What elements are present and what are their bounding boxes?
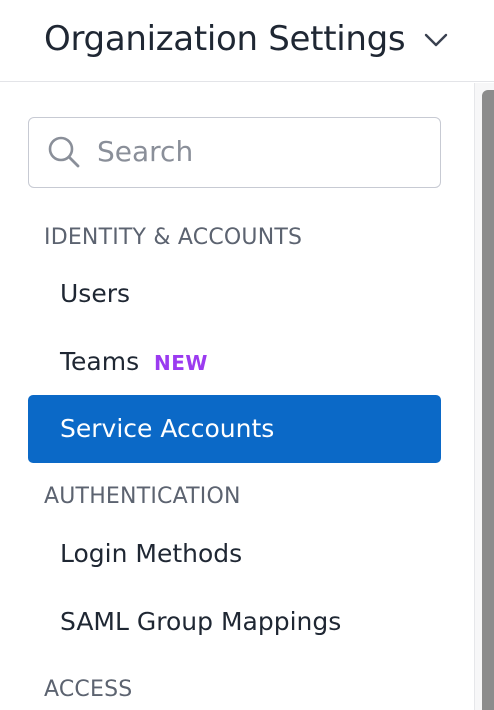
- search-icon: [48, 136, 80, 168]
- header: Organization Settings: [0, 0, 494, 82]
- org-settings-page: Organization Settings Search IDENTITY & …: [0, 0, 494, 710]
- search-input[interactable]: Search: [28, 117, 441, 188]
- sidebar-item-login-methods[interactable]: Login Methods: [28, 520, 441, 588]
- page-title[interactable]: Organization Settings: [44, 17, 406, 61]
- search-placeholder: Search: [97, 135, 194, 168]
- sidebar-item-label: Service Accounts: [60, 414, 275, 443]
- sidebar-item-label: Teams: [60, 347, 140, 376]
- sidebar-item-teams[interactable]: Teams NEW: [28, 328, 441, 396]
- sidebar-item-saml-group-mappings[interactable]: SAML Group Mappings: [28, 588, 441, 656]
- section-heading-identity: IDENTITY & ACCOUNTS: [44, 225, 303, 250]
- sidebar-item-label: SAML Group Mappings: [60, 607, 342, 636]
- scrollbar-thumb[interactable]: [482, 90, 494, 710]
- sidebar-item-label: Users: [60, 279, 131, 308]
- settings-sidebar: Search IDENTITY & ACCOUNTS Users Teams N…: [0, 83, 474, 710]
- sidebar-item-service-accounts[interactable]: Service Accounts: [28, 395, 441, 463]
- new-badge: NEW: [154, 351, 208, 375]
- sidebar-item-users[interactable]: Users: [28, 260, 441, 328]
- section-heading-access: ACCESS: [44, 677, 133, 702]
- chevron-down-icon[interactable]: [420, 24, 452, 56]
- section-heading-authentication: AUTHENTICATION: [44, 484, 241, 509]
- sidebar-item-label: Login Methods: [60, 539, 243, 568]
